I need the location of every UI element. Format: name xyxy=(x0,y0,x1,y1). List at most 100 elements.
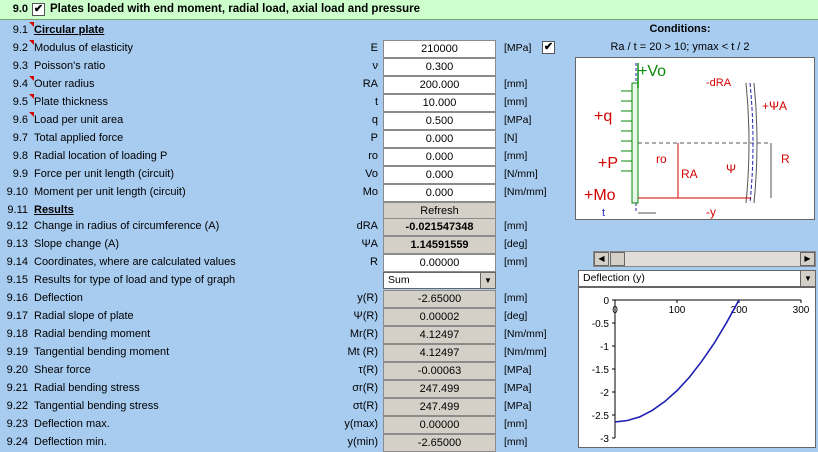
section-title: Plates loaded with end moment, radial lo… xyxy=(50,3,421,15)
row-number: 9.19 xyxy=(6,346,28,358)
scroll-left-button[interactable]: ◀ xyxy=(594,252,609,266)
table-row: 9.19 Tangential bending moment Mt (R) 4.124… xyxy=(0,344,575,362)
row-symbol: Ψ(R) xyxy=(353,310,378,322)
row-unit: [mm] xyxy=(504,256,528,268)
row-number: 9.2 xyxy=(0,40,34,54)
row-number: 9.4 xyxy=(0,76,34,90)
row-number: 9.9 xyxy=(12,168,28,180)
section-checkbox[interactable]: ✔ xyxy=(32,3,45,16)
row-unit: [mm] xyxy=(504,96,528,108)
scroll-right-button[interactable]: ▶ xyxy=(800,252,815,266)
table-row: 9.20 Shear force τ(R) -0.00063 [MPa] xyxy=(0,362,575,380)
result-value: -0.021547348 xyxy=(383,218,496,236)
y-tick-label: -0.5 xyxy=(592,319,610,330)
row-symbol: ν xyxy=(372,60,379,72)
row-label: Change in radius of circumference (A) xyxy=(34,220,220,232)
label-q: +q xyxy=(594,108,612,125)
plate-diagram: +Vo -dRA +q +ΨA ro +P RA Ψ R +Mo t -y xyxy=(575,57,815,220)
value-input[interactable]: 0.500 xyxy=(383,112,496,130)
result-value: 0.00000 xyxy=(383,416,496,434)
row-label: Deflection xyxy=(34,292,83,304)
table-row: 9.18 Radial bending moment Mr(R) 4.12497 [Nm… xyxy=(0,326,575,344)
row-unit: [Nm/mm] xyxy=(504,328,547,340)
row-unit: [mm] xyxy=(504,436,528,448)
row-label: Radial location of loading P xyxy=(34,150,168,162)
coordinate-scrollbar[interactable]: ◀ ▶ xyxy=(593,251,816,267)
value-input[interactable]: 10.000 xyxy=(383,94,496,112)
row-label: Radial bending stress xyxy=(34,382,140,394)
row-unit: [MPa] xyxy=(504,114,532,126)
x-tick-label: 0 xyxy=(612,305,618,316)
row-label: Tangential bending stress xyxy=(34,400,159,412)
value-input[interactable]: 0.00000 xyxy=(383,254,496,272)
value-input[interactable]: 0.000 xyxy=(383,130,496,148)
table-row: 9.3 Poisson's ratio ν 0.300 xyxy=(0,58,575,76)
plate-diagram-svg: +Vo -dRA +q +ΨA ro +P RA Ψ R +Mo t -y xyxy=(584,63,790,219)
row-label: Circular plate xyxy=(34,24,105,36)
load-type-value: Sum xyxy=(388,274,410,286)
row-symbol: t xyxy=(374,96,378,108)
result-value: 4.12497 xyxy=(383,326,496,344)
value-input[interactable]: 0.000 xyxy=(383,148,496,166)
graph-type-value: Deflection (y) xyxy=(583,272,645,284)
x-tick-label: 300 xyxy=(793,305,810,316)
table-row: 9.6 Load per unit area q 0.500 [MPa] xyxy=(0,112,575,130)
row-number: 9.18 xyxy=(6,328,28,340)
row-number: 9.13 xyxy=(6,238,28,250)
chevron-down-icon: ▼ xyxy=(800,271,815,286)
row-symbol: Mo xyxy=(362,186,378,198)
label-ro: ro xyxy=(656,152,667,166)
table-row: 9.13 Slope change (A) ΨA 1.14591559 [deg] xyxy=(0,236,575,254)
row-symbol: dRA xyxy=(356,220,378,232)
row-number: 9.24 xyxy=(6,436,28,448)
row-unit: [MPa] xyxy=(504,42,532,54)
result-value: 247.499 xyxy=(383,398,496,416)
table-row: 9.4 Outer radius RA 200.000 [mm] xyxy=(0,76,575,94)
row-label: Results xyxy=(34,204,74,216)
row-number: 9.6 xyxy=(0,112,34,126)
table-row: 9.8 Radial location of loading P ro 0.000 [m… xyxy=(0,148,575,166)
x-tick-label: 100 xyxy=(669,305,686,316)
row-label: Poisson's ratio xyxy=(34,60,106,72)
row-number: 9.16 xyxy=(6,292,28,304)
row-label: Total applied force xyxy=(34,132,124,144)
result-value: -2.65000 xyxy=(383,290,496,308)
label-t: t xyxy=(602,207,605,219)
value-input[interactable]: 210000 xyxy=(383,40,496,58)
row-symbol: y(max) xyxy=(344,418,378,430)
table-row: 9.9 Force per unit length (circuit) Vo 0.00… xyxy=(0,166,575,184)
value-input[interactable]: 200.000 xyxy=(383,76,496,94)
value-input[interactable]: 0.300 xyxy=(383,58,496,76)
y-tick-label: -2 xyxy=(600,388,609,399)
table-row: 9.17 Radial slope of plate Ψ(R) 0.00002 [deg… xyxy=(0,308,575,326)
scroll-thumb[interactable] xyxy=(610,252,625,266)
row-number: 9.7 xyxy=(12,132,28,144)
label-y: -y xyxy=(706,205,716,219)
value-input[interactable]: 0.000 xyxy=(383,184,496,202)
table-row: 9.2 Modulus of elasticity E 210000 [MPa] ✔ xyxy=(0,40,575,58)
row-number: 9.8 xyxy=(12,150,28,162)
y-tick-label: -2.5 xyxy=(592,411,610,422)
load-type-select[interactable]: Sum ▼ xyxy=(383,272,496,289)
row-unit: [N] xyxy=(504,132,518,144)
value-input[interactable]: 0.000 xyxy=(383,166,496,184)
table-row: 9.21 Radial bending stress σr(R) 247.499 [MP… xyxy=(0,380,575,398)
unit-checkbox[interactable]: ✔ xyxy=(542,41,555,54)
row-unit: [MPa] xyxy=(504,400,532,412)
row-unit: [N/mm] xyxy=(504,168,538,180)
row-unit: [Nm/mm] xyxy=(504,186,547,198)
label-vo: +Vo xyxy=(638,63,666,80)
row-unit: [mm] xyxy=(504,418,528,430)
row-unit: [mm] xyxy=(504,292,528,304)
table-row: 9.24 Deflection min. y(min) -2.65000 [mm] xyxy=(0,434,575,452)
row-number: 9.20 xyxy=(6,364,28,376)
graph-type-select[interactable]: Deflection (y) ▼ xyxy=(578,270,816,287)
row-number: 9.3 xyxy=(12,60,28,72)
row-symbol: ΨA xyxy=(361,238,378,250)
table-row: 9.23 Deflection max. y(max) 0.00000 [mm] xyxy=(0,416,575,434)
label-psi: Ψ xyxy=(726,162,736,176)
row-label: Radial bending moment xyxy=(34,328,151,340)
row-label: Radial slope of plate xyxy=(34,310,134,322)
row-unit: [deg] xyxy=(504,310,528,322)
row-label: Outer radius xyxy=(34,78,95,90)
